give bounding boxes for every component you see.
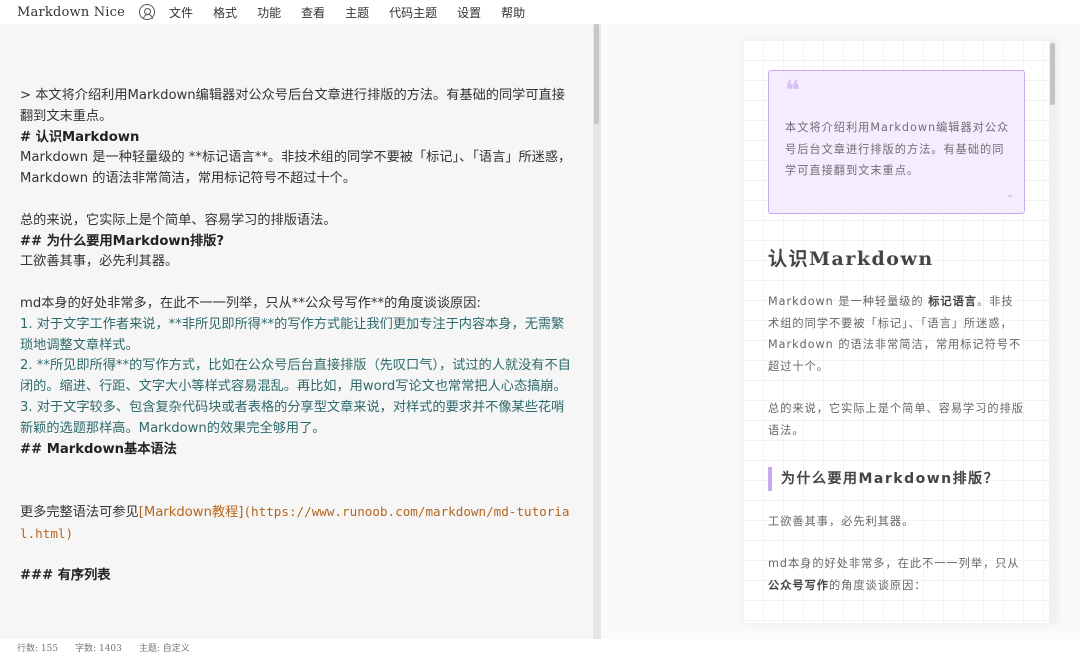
editor-line-empty [20,481,575,502]
preview-pane: ❝ 本文将介绍利用Markdown编辑器对公众号后台文章进行排版的方法。有基础的… [600,24,1080,639]
link-prefix: 更多完整语法可参见 [20,504,139,520]
p1-strong: 标记语言 [928,295,977,308]
quote-text: 本文将介绍利用Markdown编辑器对公众号后台文章进行排版的方法。有基础的同学… [785,121,1010,177]
menu-theme[interactable]: 主题 [345,4,369,21]
status-theme: 主题: 自定义 [138,644,190,654]
preview-h2: 为什么要用Markdown排版？ [768,467,1025,492]
preview-paragraph: 工欲善其事，必先利其器。 [768,515,915,529]
link-text[interactable]: [Markdown教程] [139,505,244,520]
preview-paragraph: 总的来说，它实际上是个简单、容易学习的排版语法。 [768,401,1024,437]
status-line-count: 行数: 155 [17,644,59,654]
menu-bar: Markdown Nice 文件 格式 功能 查看 主题 代码主题 设置 帮助 [0,0,1080,24]
editor-text[interactable]: > 本文将介绍利用Markdown编辑器对公众号后台文章进行排版的方法。有基础的… [20,86,575,587]
preview-paragraph: Markdown 是一种轻量级的 标记语言。非技术组的同学不要被「标记」、「语言… [768,291,1025,378]
preview-phone: ❝ 本文将介绍利用Markdown编辑器对公众号后台文章进行排版的方法。有基础的… [743,40,1056,623]
menu-file[interactable]: 文件 [169,4,193,21]
editor-line-link: 更多完整语法可参见[Markdown教程](https://www.runoob… [20,502,575,546]
editor-line-empty [20,546,575,567]
preview-scrollbar-track[interactable] [1049,40,1056,623]
pane-divider[interactable] [600,24,601,639]
editor-line-heading: ## 为什么要用Markdown排版? [20,233,225,249]
editor-line-list: 3. 对于文字较多、包含复杂代码块或者表格的分享型文章来说，对样式的要求并不像某… [20,399,565,436]
user-icon[interactable] [139,4,156,20]
editor-line-list: 1. 对于文字工作者来说，**非所见即所得**的写作方式能让我们更加专注于内容本… [20,316,565,353]
editor-line-heading: # 认识Markdown [20,129,140,145]
menu-view[interactable]: 查看 [301,4,325,21]
preview-blockquote: ❝ 本文将介绍利用Markdown编辑器对公众号后台文章进行排版的方法。有基础的… [768,70,1025,214]
markdown-editor[interactable]: > 本文将介绍利用Markdown编辑器对公众号后台文章进行排版的方法。有基础的… [0,24,600,639]
app-title: Markdown Nice [17,4,126,20]
quote-close-icon: ❞ [1007,194,1014,205]
editor-scrollbar[interactable] [594,24,599,124]
preview-paragraph: md本身的好处非常多，在此不一一列举，只从公众号写作的角度谈谈原因： [768,553,1025,596]
editor-line-empty [20,273,575,294]
editor-line: Markdown 是一种轻量级的 **标记语言**。非技术组的同学不要被「标记」… [20,150,572,187]
editor-line: 工欲善其事，必先利其器。 [20,254,179,270]
menu-function[interactable]: 功能 [257,4,281,21]
editor-line: 总的来说，它实际上是个简单、容易学习的排版语法。 [20,212,337,228]
editor-line-empty [20,190,575,211]
editor-line-heading: ### 有序列表 [20,568,111,584]
status-char-count: 字数: 1403 [75,644,122,654]
editor-line: > 本文将介绍利用Markdown编辑器对公众号后台文章进行排版的方法。有基础的… [20,88,565,124]
menu-help[interactable]: 帮助 [501,4,525,21]
p4-after: 的角度谈谈原因： [828,578,927,592]
editor-line-empty [20,460,575,481]
menu-format[interactable]: 格式 [213,4,237,21]
preview-h1: 认识Markdown [768,248,934,270]
editor-line: md本身的好处非常多，在此不一一列举，只从**公众号写作**的角度谈谈原因: [20,295,481,311]
status-bar: 行数: 155 字数: 1403 主题: 自定义 [0,639,1080,656]
p4-strong: 公众号写作 [768,578,829,592]
menu-settings[interactable]: 设置 [457,4,481,21]
quote-open-icon: ❝ [785,74,802,107]
preview-scrollbar[interactable] [1050,43,1055,105]
p1-before: Markdown 是一种轻量级的 [768,295,929,308]
menu-code-theme[interactable]: 代码主题 [389,4,437,21]
p4-before: md本身的好处非常多，在此不一一列举，只从 [768,556,1020,570]
preview-content: ❝ 本文将介绍利用Markdown编辑器对公众号后台文章进行排版的方法。有基础的… [768,70,1025,596]
editor-line-heading: ## Markdown基本语法 [20,441,177,457]
editor-line-list: 2. **所见即所得**的写作方式，比如在公众号后台直接排版（先叹口气），试过的… [20,358,571,395]
